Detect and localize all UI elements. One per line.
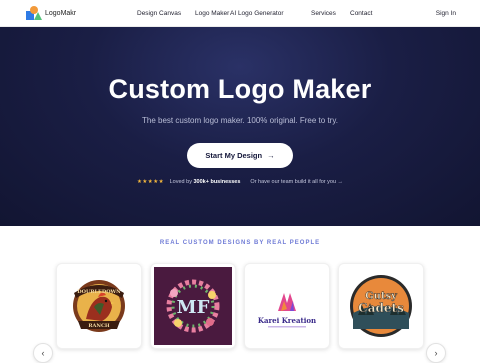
showcase-card-floral-monogram[interactable]: MF	[150, 263, 236, 349]
karei-kreation-logo-image: Karei Kreation	[258, 293, 316, 328]
start-design-button[interactable]: Start My Design →	[187, 143, 293, 168]
loved-by-prefix: Loved by	[169, 179, 192, 185]
hero-title: Custom Logo Maker	[108, 74, 372, 104]
gutsy-cadets-logo-image: Gutsy Cadets	[350, 275, 412, 337]
top-nav: LogoMakr Design Canvas Logo Maker AI Log…	[0, 0, 480, 27]
nav-link-ai-logo-generator[interactable]: AI Logo Generator	[230, 10, 283, 17]
card-line2-text: Cadets	[358, 301, 404, 315]
nav-link-design-canvas[interactable]: Design Canvas	[137, 10, 181, 17]
nav-link-services[interactable]: Services	[311, 10, 336, 17]
star-rating-icon: ★★★★★	[136, 179, 165, 185]
chevron-right-icon: ›	[434, 348, 438, 358]
hero-section: Custom Logo Maker The best custom logo m…	[0, 27, 480, 226]
card-brand-text: Karei Kreation	[258, 316, 316, 325]
loved-by-count: 300k+ businesses	[193, 179, 241, 185]
card-top-text: DOUBLEDOWN	[77, 289, 121, 295]
card-monogram-text: MF	[177, 297, 210, 318]
brand-name: LogoMakr	[45, 9, 77, 17]
carousel-prev-button[interactable]: ‹	[33, 343, 53, 363]
rooster-logo-image: DOUBLEDOWN RANCH	[73, 280, 125, 332]
start-design-label: Start My Design	[205, 151, 263, 160]
team-build-link[interactable]: Or have our team build it all for you →	[250, 179, 343, 185]
nav-link-contact[interactable]: Contact	[350, 10, 372, 17]
logomakr-icon	[26, 6, 42, 20]
showcase-card-doubledown-ranch[interactable]: DOUBLEDOWN RANCH	[56, 263, 142, 349]
carousel-next-button[interactable]: ›	[426, 343, 446, 363]
showcase-label: REAL CUSTOM DESIGNS BY REAL PEOPLE	[159, 240, 321, 246]
chevron-left-icon: ‹	[41, 348, 45, 358]
nav-link-logo-maker[interactable]: Logo Maker	[195, 10, 229, 17]
floral-monogram-image: MF	[154, 267, 232, 345]
rating: ★★★★★ Loved by 300k+ businesses	[137, 179, 240, 185]
showcase-card-karei-kreation[interactable]: Karei Kreation	[244, 263, 330, 349]
brand-logo[interactable]: LogoMakr	[26, 6, 76, 20]
card-bottom-text: RANCH	[88, 323, 110, 329]
social-proof: ★★★★★ Loved by 300k+ businesses Or have …	[0, 179, 480, 185]
sign-in-link[interactable]: Sign In	[436, 10, 456, 17]
showcase-card-gutsy-cadets[interactable]: Gutsy Cadets	[338, 263, 424, 349]
hero-subtitle: The best custom logo maker. 100% origina…	[142, 116, 338, 125]
arrow-right-icon: →	[267, 151, 275, 160]
